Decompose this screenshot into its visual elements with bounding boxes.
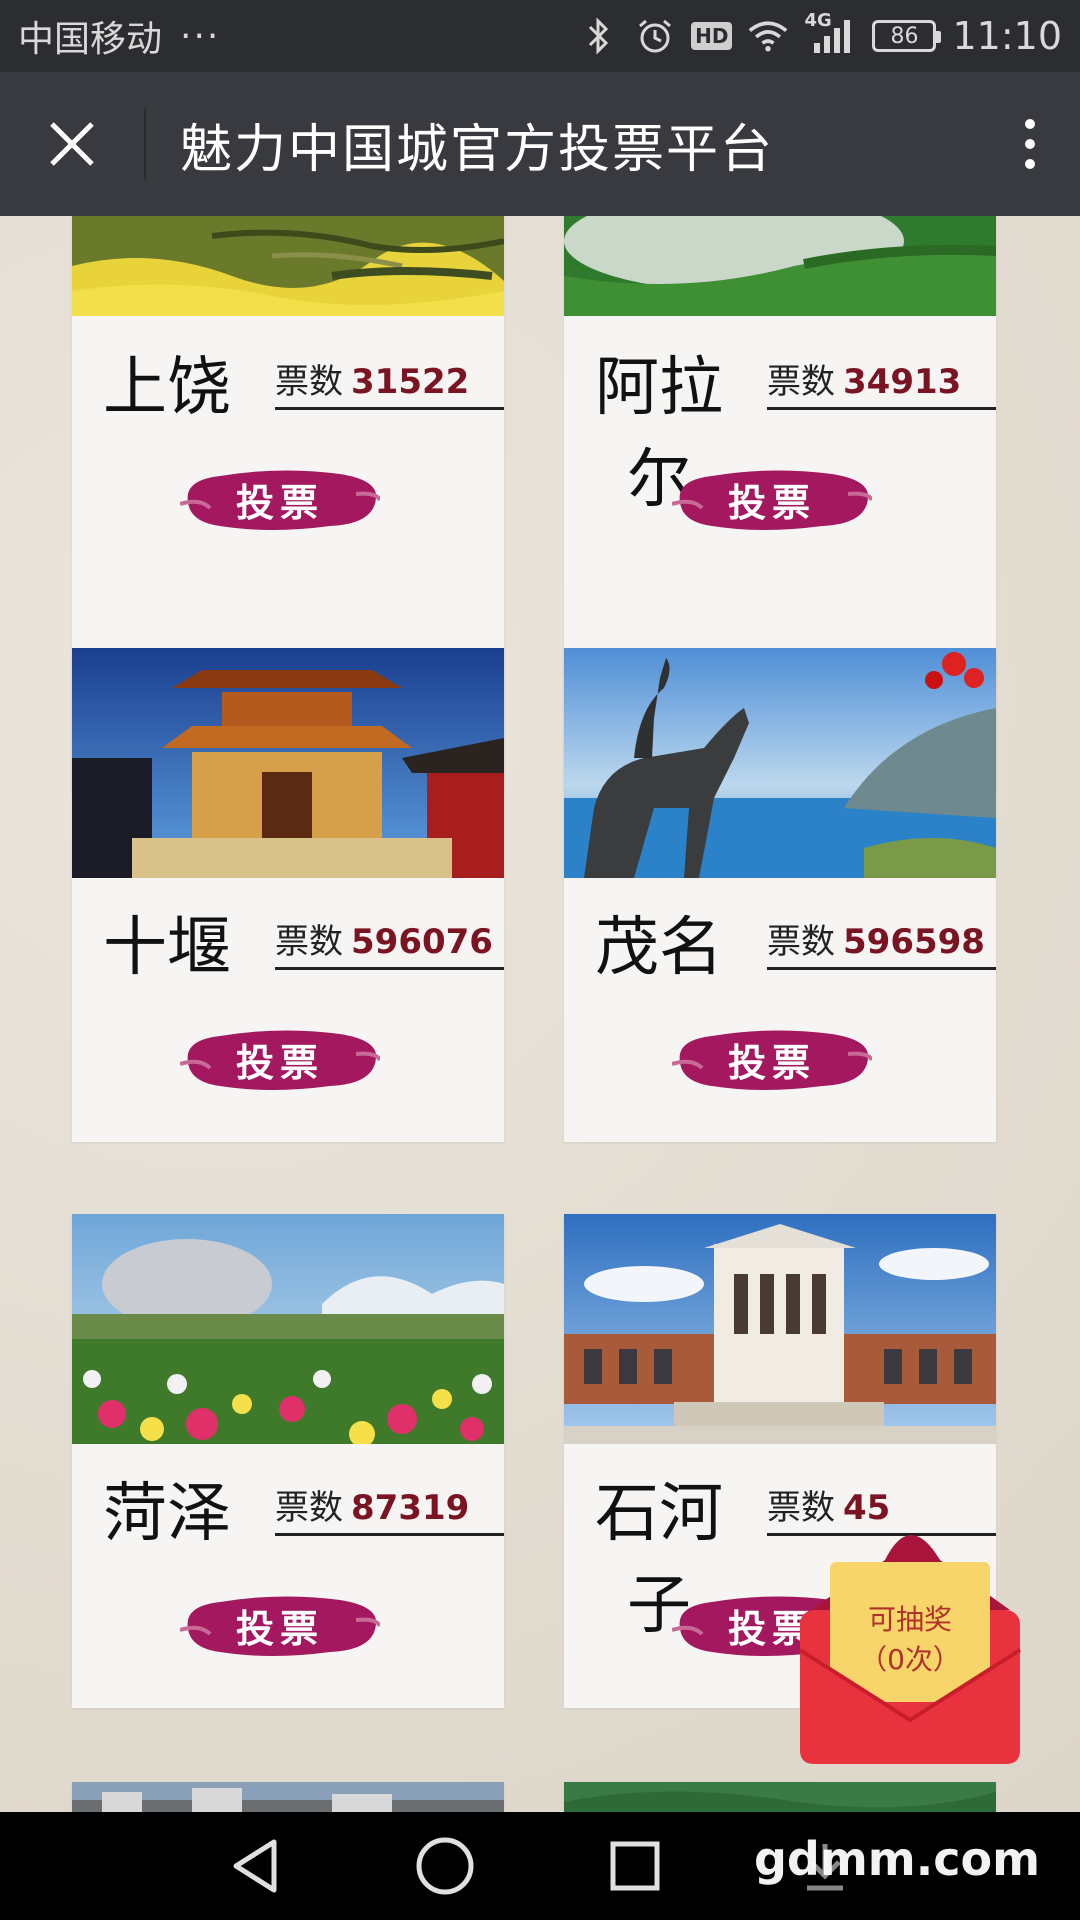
vote-count-label: 票数	[275, 922, 343, 962]
carrier-label: 中国移动	[18, 19, 163, 60]
battery-icon: 86	[872, 20, 942, 52]
network-type-label: 4G	[804, 10, 832, 31]
vote-button[interactable]: 投票	[180, 464, 380, 534]
wifi-icon	[748, 16, 788, 56]
city-name: 十堰	[103, 911, 231, 985]
vote-count-value: 596598	[843, 922, 985, 962]
vote-count-label: 票数	[275, 362, 343, 402]
lucky-draw-label: 可抽奖	[867, 1603, 952, 1636]
home-button[interactable]	[405, 1826, 485, 1906]
city-photo	[564, 1214, 996, 1444]
city-photo	[564, 1782, 996, 1812]
signal-icon: 4G	[804, 10, 856, 56]
vote-button-label: 投票	[727, 479, 816, 525]
vote-button-label: 投票	[727, 1039, 816, 1085]
watermark: gdmm.com	[754, 1832, 1040, 1886]
home-icon	[416, 1837, 474, 1895]
vote-count: 票数 596076	[275, 914, 504, 970]
close-icon	[50, 122, 94, 166]
city-name: 茂名	[595, 911, 723, 985]
back-icon	[233, 1839, 277, 1893]
recents-button[interactable]	[595, 1826, 675, 1906]
vote-count-value: 87319	[351, 1488, 470, 1528]
vote-button-label: 投票	[235, 1039, 324, 1085]
clock: 11:10	[952, 14, 1062, 58]
close-button[interactable]	[0, 72, 144, 216]
vote-count-value: 31522	[351, 362, 470, 402]
status-bar: 中国移动 ··· HD 4G 86 11:10	[0, 0, 1080, 72]
vote-count: 票数 31522	[275, 354, 504, 410]
city-photo	[564, 648, 996, 878]
vote-count-label: 票数	[275, 1488, 343, 1528]
lucky-draw-count: （0次）	[859, 1643, 961, 1676]
city-photo	[72, 216, 504, 316]
city-photo	[72, 1214, 504, 1444]
more-vertical-icon	[1025, 119, 1035, 129]
vote-button-label: 投票	[235, 479, 324, 525]
vote-button[interactable]: 投票	[672, 1024, 872, 1094]
vote-count: 票数 87319	[275, 1480, 504, 1536]
vote-count: 票数 34913	[767, 354, 996, 410]
city-photo	[564, 216, 996, 316]
city-card: 茂名 票数 596598 投票	[564, 648, 996, 1142]
vote-count: 票数 596598	[767, 914, 996, 970]
vote-count-label: 票数	[767, 922, 835, 962]
lucky-draw-text: 可抽奖 （0次）	[790, 1600, 1030, 1680]
city-card	[72, 1782, 504, 1812]
title-bar: 魅力中国城官方投票平台	[0, 72, 1080, 216]
vote-count-value: 34913	[843, 362, 962, 402]
vote-button[interactable]: 投票	[180, 1590, 380, 1660]
bluetooth-icon	[579, 16, 619, 56]
city-card: 菏泽 票数 87319 投票	[72, 1214, 504, 1708]
vote-count-value: 596076	[351, 922, 493, 962]
vote-button-label: 投票	[235, 1605, 324, 1651]
lucky-draw-envelope[interactable]: 可抽奖 （0次）	[790, 1500, 1030, 1770]
title-divider	[144, 108, 146, 180]
page-title: 魅力中国城官方投票平台	[180, 119, 775, 180]
city-card	[564, 1782, 996, 1812]
city-card: 十堰 票数 596076 投票	[72, 648, 504, 1142]
city-name: 菏泽	[103, 1477, 231, 1551]
city-name: 上饶	[103, 351, 231, 425]
vote-button[interactable]: 投票	[672, 464, 872, 534]
recents-icon	[610, 1841, 660, 1891]
notification-dots: ···	[180, 15, 221, 57]
vote-button[interactable]: 投票	[180, 1024, 380, 1094]
vote-count-label: 票数	[767, 362, 835, 402]
back-button[interactable]	[215, 1826, 295, 1906]
city-photo	[72, 648, 504, 878]
more-button[interactable]	[980, 72, 1080, 216]
alarm-icon	[635, 16, 675, 56]
hd-icon: HD	[691, 22, 733, 50]
city-photo	[72, 1782, 504, 1812]
